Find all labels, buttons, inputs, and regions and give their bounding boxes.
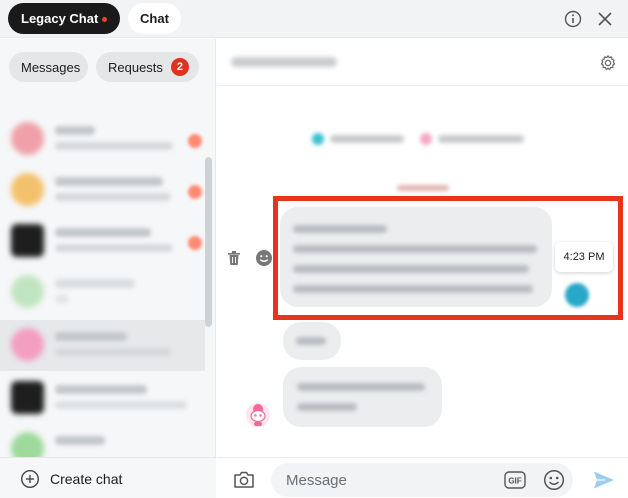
create-chat-label: Create chat — [50, 471, 123, 487]
system-participant-chip — [420, 132, 524, 146]
conversation-item[interactable] — [0, 165, 205, 216]
send-icon[interactable] — [593, 470, 615, 490]
tab-legacy-chat-label: Legacy Chat — [21, 11, 99, 26]
chat-partner-name — [231, 57, 337, 67]
avatar — [11, 275, 44, 308]
unread-dot — [102, 17, 107, 22]
conversation-item[interactable] — [0, 114, 205, 165]
tab-legacy-chat[interactable]: Legacy Chat — [8, 3, 120, 34]
top-bar: Legacy Chat Chat — [0, 0, 628, 38]
conversation-name — [55, 228, 151, 237]
add-reaction-icon[interactable] — [255, 249, 273, 267]
date-separator — [397, 185, 449, 191]
conversation-name — [55, 177, 163, 186]
tab-chat-label: Chat — [140, 11, 169, 26]
requests-filter-button[interactable]: Requests 2 — [96, 52, 199, 82]
create-chat-area: Create chat — [0, 457, 216, 498]
requests-count-badge: 2 — [170, 58, 189, 76]
conversation-name — [55, 126, 95, 135]
trash-icon[interactable] — [227, 250, 241, 266]
conversation-name — [55, 436, 105, 445]
message-input[interactable] — [271, 463, 573, 497]
sender-avatar[interactable] — [244, 400, 272, 428]
gear-icon[interactable] — [599, 54, 617, 72]
conversation-preview — [55, 193, 171, 201]
requests-filter-label: Requests — [108, 59, 163, 75]
unread-badge — [188, 185, 202, 199]
unread-badge — [188, 134, 202, 148]
message-composer: GIF — [217, 457, 628, 498]
close-icon[interactable] — [596, 10, 614, 28]
highlight-annotation-box — [273, 196, 623, 320]
tab-chat[interactable]: Chat — [128, 3, 181, 34]
avatar — [11, 173, 44, 206]
message-bubble[interactable] — [283, 322, 341, 360]
conversation-preview — [55, 348, 171, 356]
conversation-item[interactable] — [0, 216, 205, 267]
avatar — [11, 224, 44, 257]
sidebar-scrollbar[interactable] — [205, 157, 212, 327]
avatar — [11, 122, 44, 155]
gif-label: GIF — [508, 477, 521, 486]
chat-header — [217, 39, 628, 86]
conversation-name — [55, 332, 127, 341]
conversation-item[interactable] — [0, 373, 205, 424]
conversation-preview — [55, 142, 173, 150]
avatar — [11, 432, 44, 457]
unread-badge — [188, 236, 202, 250]
conversation-item-selected[interactable] — [0, 320, 205, 371]
messages-filter-button[interactable]: Messages — [9, 52, 88, 82]
system-participant-chip — [312, 132, 404, 146]
avatar — [11, 328, 44, 361]
conversation-preview — [55, 401, 187, 409]
info-icon[interactable] — [564, 10, 582, 28]
conversation-name — [55, 279, 135, 288]
create-chat-button[interactable]: Create chat — [20, 468, 122, 490]
conversation-name — [55, 385, 147, 394]
conversation-item[interactable] — [0, 424, 205, 457]
emoji-icon[interactable] — [543, 469, 565, 491]
plus-circle-icon — [20, 469, 40, 489]
sidebar: Messages Requests 2 Create chat — [0, 39, 216, 498]
avatar — [11, 381, 44, 414]
chat-panel: 4:23 PM GIF — [217, 39, 628, 498]
conversation-preview — [55, 295, 69, 303]
message-bubble[interactable] — [283, 367, 442, 427]
conversation-preview — [55, 244, 173, 252]
gif-icon[interactable]: GIF — [504, 470, 526, 490]
messages-filter-label: Messages — [21, 59, 81, 75]
camera-icon[interactable] — [233, 470, 255, 490]
conversation-item[interactable] — [0, 267, 205, 318]
